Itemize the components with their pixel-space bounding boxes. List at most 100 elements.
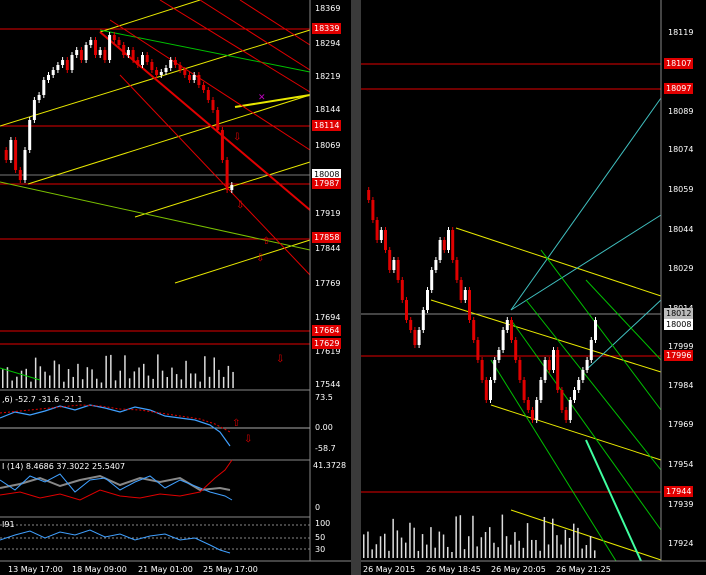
volume-bar — [564, 529, 567, 558]
time-label: 26 May 2015 — [363, 565, 416, 574]
time-label: 26 May 21:25 — [556, 565, 611, 574]
left-chart-canvas[interactable]: ⇩ ⇩ ⇧ ⇩ ⇩ ✕ ⇧ ⇩ — [0, 0, 351, 575]
volume-bar — [213, 357, 215, 388]
volume-bar — [16, 376, 18, 388]
candle-body — [535, 400, 539, 420]
volume-bar — [86, 367, 89, 388]
volume-bar — [375, 544, 378, 558]
volume-bar — [480, 537, 483, 558]
volume-bar — [463, 549, 466, 558]
indicator-scale-label: 41.3728 — [313, 461, 347, 470]
volume-bar — [451, 551, 453, 558]
price-label: 17984 — [668, 381, 694, 390]
candle-body — [392, 260, 396, 270]
candle-body — [451, 230, 455, 260]
volume-bar — [91, 369, 93, 388]
volume-bar — [531, 539, 533, 558]
volume-bar — [222, 376, 225, 388]
candle-body — [211, 100, 215, 110]
candle-body — [568, 400, 572, 420]
volume-bar — [388, 550, 390, 558]
volume-bar — [157, 354, 159, 388]
candle-body — [589, 340, 593, 360]
price-label: 18294 — [315, 39, 341, 48]
volume-bar — [58, 364, 60, 388]
candle-body — [47, 75, 50, 80]
candle-body — [547, 360, 551, 370]
candle-body — [173, 60, 177, 65]
volume-bar — [426, 544, 428, 558]
time-label: 18 May 09:00 — [72, 565, 127, 574]
candle-body — [573, 390, 576, 400]
volume-bar — [379, 536, 382, 558]
candle-body — [497, 350, 501, 360]
volume-bar — [171, 367, 173, 388]
candle-body — [122, 45, 126, 55]
price-level-tag: 18107 — [664, 58, 694, 69]
left-chart-window[interactable]: ⇩ ⇩ ⇧ ⇩ ⇩ ✕ ⇧ ⇩ 18369 18294 18219 18144 … — [0, 0, 351, 575]
candle-body — [581, 370, 585, 380]
candle-body — [65, 60, 69, 70]
volume-bar — [396, 530, 399, 558]
candle-body — [413, 330, 417, 345]
price-label: 17769 — [315, 279, 341, 288]
candle-body — [375, 220, 379, 240]
price-label: 18069 — [315, 141, 341, 150]
candle-body — [430, 270, 434, 290]
volume-bar — [547, 544, 550, 558]
volume-bar — [143, 363, 145, 388]
candle-body — [472, 320, 476, 340]
volume-bar — [208, 376, 211, 388]
volume-bar — [194, 373, 197, 388]
indicator-scale-label: 100 — [315, 519, 331, 528]
volume-bar — [128, 378, 131, 388]
candle-body — [51, 70, 55, 75]
candle-body — [32, 100, 36, 120]
volume-bar — [190, 373, 192, 388]
ask-price-tag: 18012 — [664, 308, 694, 319]
candle-body — [371, 200, 375, 220]
candle-body — [141, 55, 144, 65]
time-label: 25 May 17:00 — [203, 565, 258, 574]
price-label: 17924 — [668, 539, 694, 548]
candle-body — [188, 75, 191, 80]
volume-bar — [405, 542, 407, 558]
volume-bar — [442, 534, 445, 558]
price-label: 17939 — [668, 500, 694, 509]
volume-bar — [20, 370, 23, 388]
right-chart-canvas[interactable] — [361, 0, 706, 575]
indicator-scale-label: -58.7 — [315, 444, 336, 453]
volume-bar — [81, 379, 84, 388]
volume-bar — [227, 365, 230, 388]
candle-body — [75, 50, 79, 55]
volume-bar — [105, 355, 107, 388]
volume-bar — [204, 356, 206, 388]
price-label: 18089 — [668, 107, 694, 116]
candle-body — [438, 240, 442, 260]
candle-body — [426, 290, 429, 310]
volume-bar — [430, 527, 432, 558]
down-arrow-icon: ⇩ — [233, 132, 241, 143]
candle-body — [230, 185, 234, 190]
volume-bar — [63, 381, 65, 388]
candle-body — [388, 250, 392, 270]
volume-bar — [594, 550, 596, 558]
volume-bar — [455, 516, 457, 558]
price-level-tag: 18114 — [312, 120, 342, 131]
volume-bar — [438, 531, 441, 558]
candle-body — [594, 320, 597, 340]
volume-bar — [25, 368, 27, 388]
volume-bar — [556, 535, 558, 558]
candle-body — [108, 35, 112, 60]
price-level-tag: 17987 — [312, 178, 342, 189]
right-chart-window[interactable]: 18119 18089 18074 18059 18044 18029 1801… — [361, 0, 706, 575]
candle-body — [220, 130, 224, 160]
price-level-tag: 17629 — [312, 338, 342, 349]
price-label: 18029 — [668, 264, 694, 273]
candle-body — [447, 230, 450, 250]
candle-body — [131, 50, 135, 60]
volume-bar — [34, 357, 37, 388]
window-splitter[interactable] — [351, 0, 361, 575]
volume-bar — [77, 363, 79, 388]
volume-bar — [39, 366, 42, 388]
